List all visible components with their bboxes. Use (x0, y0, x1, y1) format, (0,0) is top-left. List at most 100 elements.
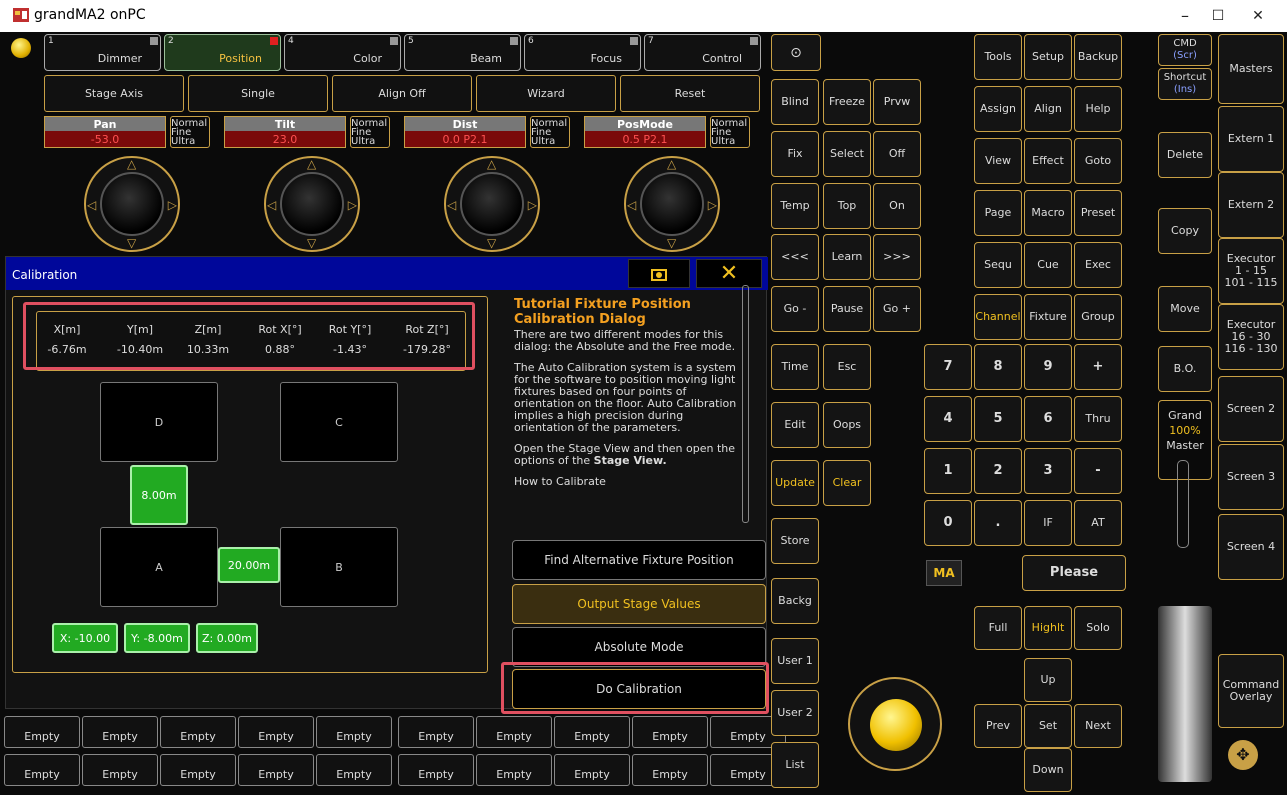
key-macro[interactable]: Macro (1024, 190, 1072, 236)
tab-focus[interactable]: 6 Focus (524, 34, 641, 71)
key-set[interactable]: Set (1024, 704, 1072, 748)
executor-empty-19[interactable]: Empty (632, 754, 708, 786)
key-off[interactable]: Off (873, 131, 921, 177)
tab-dimmer[interactable]: 1 Dimmer (44, 34, 161, 71)
key-go-[interactable]: Go + (873, 286, 921, 332)
view-command[interactable]: Command Overlay (1218, 654, 1284, 728)
key-sequ[interactable]: Sequ (974, 242, 1022, 288)
minimize-button[interactable]: – (1170, 4, 1200, 28)
tilt-knob[interactable]: △ ▽ ◁ ▷ (264, 156, 360, 252)
tab-position[interactable]: 2 Position (164, 34, 281, 71)
key-user-1[interactable]: User 1 (771, 638, 819, 684)
blackout-button[interactable]: B.O. (1158, 346, 1212, 392)
point-b-pad[interactable]: B (280, 527, 398, 607)
view-screen-2[interactable]: Screen 2 (1218, 376, 1284, 442)
key-page[interactable]: Page (974, 190, 1022, 236)
view-screen-3[interactable]: Screen 3 (1218, 444, 1284, 510)
numpad-4[interactable]: 4 (924, 396, 972, 442)
point-a-pad[interactable]: A (100, 527, 218, 607)
key-help[interactable]: Help (1074, 86, 1122, 132)
executor-empty-15[interactable]: Empty (316, 754, 392, 786)
executor-empty-12[interactable]: Empty (82, 754, 158, 786)
screenshot-button[interactable] (628, 259, 690, 288)
speed-wheel[interactable] (1158, 606, 1212, 782)
move-handle-icon[interactable]: ✥ (1228, 740, 1258, 770)
key-fixture[interactable]: Fixture (1024, 294, 1072, 340)
maximize-button[interactable]: ☐ (1203, 4, 1233, 28)
numpad-2[interactable]: 2 (974, 448, 1022, 494)
tutorial-scrollbar[interactable] (742, 285, 749, 523)
align-off-button[interactable]: Align Off (332, 75, 472, 112)
key--[interactable]: >>> (873, 234, 921, 280)
numpad-7[interactable]: 7 (924, 344, 972, 390)
key-group[interactable]: Group (1074, 294, 1122, 340)
dist-knob[interactable]: △ ▽ ◁ ▷ (444, 156, 540, 252)
key-time[interactable]: Time (771, 344, 819, 390)
pan-knob[interactable]: △ ▽ ◁ ▷ (84, 156, 180, 252)
key-tools[interactable]: Tools (974, 34, 1022, 80)
key-prvw[interactable]: Prvw (873, 79, 921, 125)
key-view[interactable]: View (974, 138, 1022, 184)
z-offset-button[interactable]: Z: 0.00m (196, 623, 258, 653)
cmd-button[interactable]: CMD (Scr) (1158, 34, 1212, 66)
executor-empty-16[interactable]: Empty (398, 754, 474, 786)
key-update[interactable]: Update (771, 460, 819, 506)
key--[interactable]: <<< (771, 234, 819, 280)
numpad-dot[interactable]: . (974, 500, 1022, 546)
move-button[interactable]: Move (1158, 286, 1212, 332)
key-user-2[interactable]: User 2 (771, 690, 819, 736)
numpad-plus[interactable]: + (1074, 344, 1122, 390)
executor-empty-4[interactable]: Empty (238, 716, 314, 748)
executor-empty-13[interactable]: Empty (160, 754, 236, 786)
numpad-5[interactable]: 5 (974, 396, 1022, 442)
copy-button[interactable]: Copy (1158, 208, 1212, 254)
key-next[interactable]: Next (1074, 704, 1122, 748)
key-clear[interactable]: Clear (823, 460, 871, 506)
key-select[interactable]: Select (823, 131, 871, 177)
key-go-[interactable]: Go - (771, 286, 819, 332)
executor-empty-18[interactable]: Empty (554, 754, 630, 786)
numpad-3[interactable]: 3 (1024, 448, 1072, 494)
posmode-knob[interactable]: △ ▽ ◁ ▷ (624, 156, 720, 252)
please-button[interactable]: Please (1022, 555, 1126, 591)
tab-color[interactable]: 4 Color (284, 34, 401, 71)
key-pause[interactable]: Pause (823, 286, 871, 332)
numpad-0[interactable]: 0 (924, 500, 972, 546)
view-extern-1[interactable]: Extern 1 (1218, 106, 1284, 172)
key-effect[interactable]: Effect (1024, 138, 1072, 184)
horizontal-distance-button[interactable]: 20.00m (218, 547, 280, 583)
key-channel[interactable]: Channel (974, 294, 1022, 340)
key-cue[interactable]: Cue (1024, 242, 1072, 288)
key-up[interactable]: Up (1024, 658, 1072, 702)
executor-empty-7[interactable]: Empty (476, 716, 552, 748)
view-masters[interactable]: Masters (1218, 34, 1284, 104)
reset-button[interactable]: Reset (620, 75, 760, 112)
point-c-pad[interactable]: C (280, 382, 398, 462)
key-on[interactable]: On (873, 183, 921, 229)
close-calibration-icon[interactable]: ✕ (696, 259, 762, 288)
key-preset[interactable]: Preset (1074, 190, 1122, 236)
encoder-mode[interactable]: Normal Fine Ultra (350, 116, 390, 148)
executor-empty-8[interactable]: Empty (554, 716, 630, 748)
point-d-pad[interactable]: D (100, 382, 218, 462)
key-list[interactable]: List (771, 742, 819, 788)
vertical-distance-button[interactable]: 8.00m (130, 465, 188, 525)
executor-empty-11[interactable]: Empty (4, 754, 80, 786)
encoder-mode[interactable]: Normal Fine Ultra (530, 116, 570, 148)
record-circle-icon[interactable]: ⊙ (771, 34, 821, 71)
executor-empty-14[interactable]: Empty (238, 754, 314, 786)
key-blind[interactable]: Blind (771, 79, 819, 125)
delete-button[interactable]: Delete (1158, 132, 1212, 178)
key-align[interactable]: Align (1024, 86, 1072, 132)
x-offset-button[interactable]: X: -10.00 (52, 623, 118, 653)
key-learn[interactable]: Learn (823, 234, 871, 280)
numpad-9[interactable]: 9 (1024, 344, 1072, 390)
tab-control[interactable]: 7 Control (644, 34, 761, 71)
key-edit[interactable]: Edit (771, 402, 819, 448)
key-oops[interactable]: Oops (823, 402, 871, 448)
stage-axis-button[interactable]: Stage Axis (44, 75, 184, 112)
view-executor[interactable]: Executor 16 - 30 116 - 130 (1218, 304, 1284, 370)
key-assign[interactable]: Assign (974, 86, 1022, 132)
numpad-thru[interactable]: Thru (1074, 396, 1122, 442)
key-full[interactable]: Full (974, 606, 1022, 650)
